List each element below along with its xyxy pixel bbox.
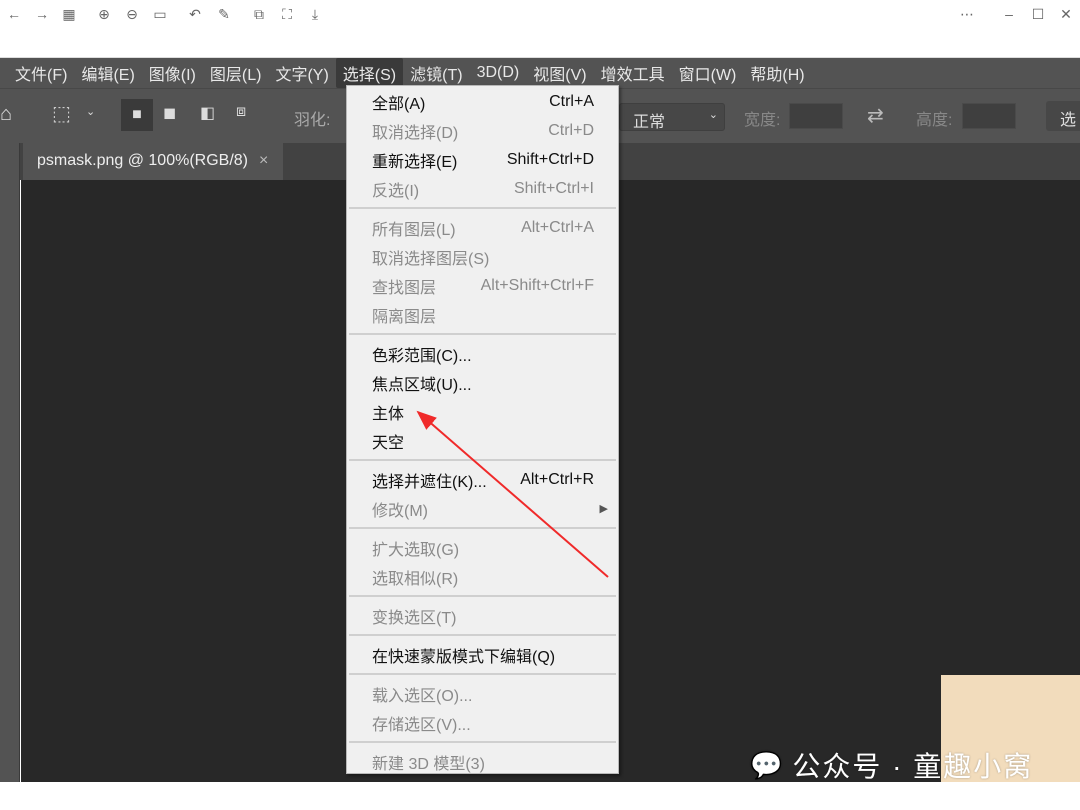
arrow-line <box>416 410 609 578</box>
annotation-arrow <box>416 410 609 578</box>
